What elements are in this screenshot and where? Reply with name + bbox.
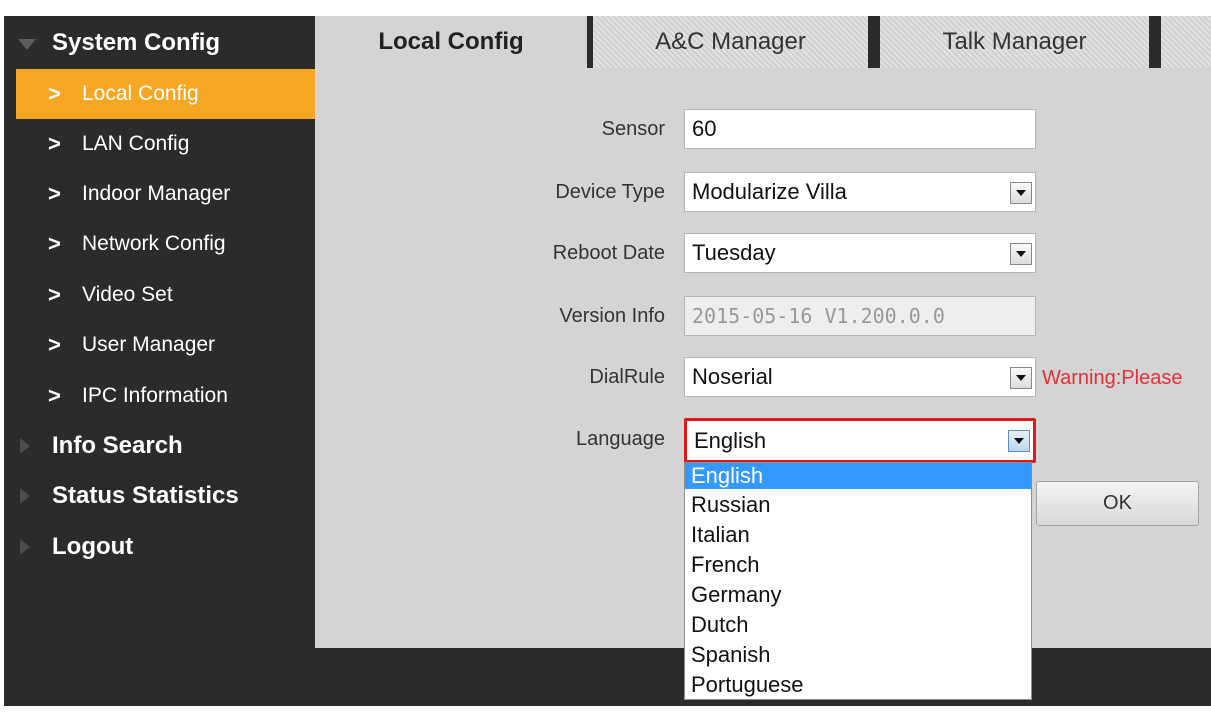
chevron-right-icon: > [48,282,61,307]
language-option[interactable]: Dutch [685,610,1031,640]
tab-more[interactable] [1161,16,1211,68]
sensor-value: 60 [692,116,717,141]
chevron-down-icon[interactable] [1008,430,1030,452]
language-dropdown-list: English Russian Italian French Germany D… [684,462,1032,700]
language-option[interactable]: French [685,550,1031,580]
version-info-value: 2015-05-16 V1.200.0.0 [692,304,945,328]
language-option[interactable]: Germany [685,580,1031,610]
section-status-statistics[interactable]: Status Statistics [4,471,315,521]
reboot-date-label: Reboot Date [552,242,665,264]
tab-bar: Local Config A&C Manager Talk Manager [315,16,1211,68]
sidebar-item-video-set[interactable]: > Video Set [16,270,315,320]
device-type-select[interactable]: Modularize Villa [684,172,1036,212]
language-option[interactable]: Spanish [685,640,1031,670]
ok-button[interactable]: OK [1036,481,1199,526]
sidebar: System Config > Local Config > LAN Confi… [4,16,315,706]
reboot-date-select[interactable]: Tuesday [684,233,1036,273]
language-option[interactable]: Russian [685,490,1031,520]
language-option[interactable]: English [685,463,1031,489]
language-value: English [694,427,767,453]
section-logout[interactable]: Logout [4,522,315,572]
section-label: Logout [52,533,134,560]
section-info-search[interactable]: Info Search [4,421,315,471]
sidebar-item-label: IPC Information [82,384,228,407]
sidebar-item-label: Network Config [82,232,226,255]
chevron-right-icon: > [48,231,61,256]
sidebar-item-label: Indoor Manager [82,182,231,205]
sidebar-item-label: Video Set [82,283,173,306]
tab-label: Talk Manager [942,28,1087,55]
chevron-right-icon: > [48,81,61,106]
sidebar-item-lan-config[interactable]: > LAN Config [16,119,315,169]
dial-rule-value: Noserial [692,364,773,389]
sidebar-item-local-config[interactable]: > Local Config [16,69,315,119]
chevron-down-icon[interactable] [1010,367,1032,389]
reboot-date-value: Tuesday [692,240,776,265]
section-label: Status Statistics [52,482,239,509]
sidebar-item-ipc-information[interactable]: > IPC Information [16,371,315,421]
language-option[interactable]: Portuguese [685,670,1031,700]
section-label: Info Search [52,432,183,459]
dial-rule-select[interactable]: Noserial [684,357,1036,397]
sidebar-item-label: User Manager [82,333,216,356]
tab-local-config[interactable]: Local Config [315,16,587,68]
language-option[interactable]: Italian [685,520,1031,550]
dial-rule-label: DialRule [589,366,665,388]
tab-label: A&C Manager [655,28,806,55]
tab-label: Local Config [378,28,524,55]
sidebar-item-user-manager[interactable]: > User Manager [16,320,315,370]
sensor-input[interactable]: 60 [684,109,1036,149]
chevron-right-icon: > [48,181,61,206]
expand-right-icon [20,438,30,454]
device-type-label: Device Type [555,181,665,203]
expand-down-icon [18,39,36,50]
device-type-value: Modularize Villa [692,179,847,204]
sidebar-item-label: Local Config [82,82,199,105]
chevron-down-icon[interactable] [1010,182,1032,204]
dial-rule-warning: Warning:Please [1042,367,1183,389]
language-label: Language [576,428,665,450]
version-info-field: 2015-05-16 V1.200.0.0 [684,296,1036,336]
section-system-config[interactable]: System Config [4,18,315,68]
chevron-right-icon: > [48,131,61,156]
tab-talk-manager[interactable]: Talk Manager [880,16,1155,68]
expand-right-icon [20,488,30,504]
chevron-right-icon: > [48,332,61,357]
chevron-down-icon[interactable] [1010,243,1032,265]
expand-right-icon [20,539,30,555]
language-select[interactable]: English [684,418,1036,463]
sensor-label: Sensor [601,118,665,140]
version-info-label: Version Info [559,305,665,327]
tab-ac-manager[interactable]: A&C Manager [593,16,874,68]
sidebar-item-indoor-manager[interactable]: > Indoor Manager [16,169,315,219]
section-label: System Config [52,29,221,56]
sidebar-item-label: LAN Config [82,132,190,155]
sidebar-item-network-config[interactable]: > Network Config [16,219,315,269]
chevron-right-icon: > [48,383,61,408]
